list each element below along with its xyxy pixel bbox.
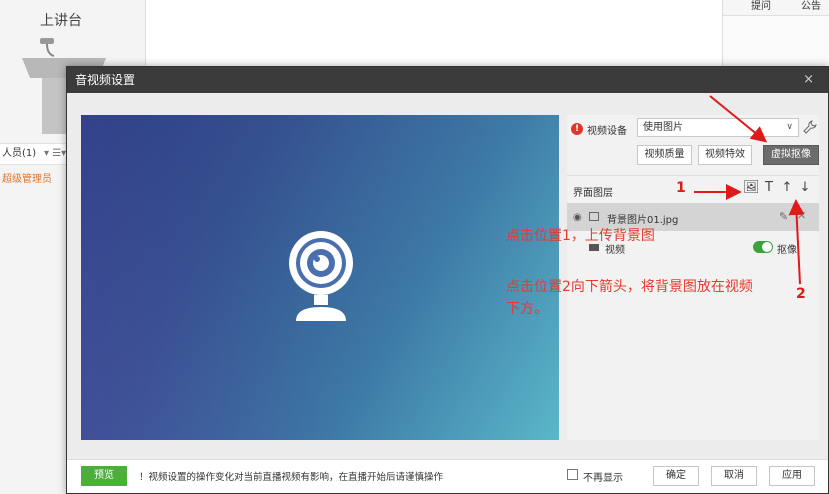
- image-icon: [589, 212, 599, 221]
- apply-button[interactable]: 应用: [769, 466, 815, 486]
- annotation-note-1: 点击位置1，上传背景图: [506, 228, 655, 244]
- cancel-button[interactable]: 取消: [711, 466, 757, 486]
- people-menu-icon[interactable]: ▾ ☰▾: [44, 144, 66, 164]
- annotation-number-1: 1: [676, 180, 686, 196]
- warning-note: ！视频设置的操作变化对当前直播视频有影响，在直播开始后请谨慎操作: [139, 472, 444, 483]
- tab-announcement[interactable]: 公告: [801, 0, 821, 14]
- right-tabs: 提问 公告: [723, 0, 829, 16]
- video-quality-button[interactable]: 视频质量: [637, 145, 692, 165]
- add-text-icon[interactable]: T: [761, 180, 777, 195]
- layer-name: 背景图片01.jpg: [607, 215, 679, 226]
- dont-show-checkbox[interactable]: [567, 469, 578, 480]
- delete-icon[interactable]: ✕: [797, 209, 806, 222]
- edit-icon[interactable]: ✎: [779, 210, 788, 223]
- chevron-down-icon: ∨: [786, 122, 793, 132]
- annotation-note-2: 点击位置2向下箭头，将背景图放在视频下方。: [506, 279, 753, 317]
- people-count[interactable]: 人员(1): [2, 144, 36, 164]
- stage-title: 上讲台: [40, 13, 82, 29]
- webcam-icon: [289, 231, 353, 321]
- dialog-titlebar: 音视频设置 ×: [67, 67, 828, 93]
- video-effects-button[interactable]: 视频特效: [698, 145, 752, 165]
- video-preview: [81, 115, 559, 440]
- layers-label: 界面图层: [573, 188, 613, 199]
- add-image-icon[interactable]: 🖼: [743, 180, 760, 195]
- video-device-label: 视频设备: [587, 126, 627, 137]
- toggle-knob: [762, 242, 772, 252]
- close-icon[interactable]: ×: [803, 67, 814, 93]
- warning-icon: !: [571, 123, 583, 135]
- admin-user[interactable]: 超级管理员: [2, 170, 52, 185]
- move-down-icon[interactable]: ↓: [797, 180, 813, 195]
- matting-label: 抠像: [777, 245, 797, 256]
- dialog-footer: 预览 ！视频设置的操作变化对当前直播视频有影响，在直播开始后请谨慎操作 不再显示…: [67, 459, 828, 493]
- wrench-icon[interactable]: [803, 120, 817, 134]
- eye-icon[interactable]: ◉: [573, 212, 582, 223]
- matting-toggle[interactable]: [753, 241, 773, 253]
- preview-button[interactable]: 预览: [81, 466, 127, 486]
- ok-button[interactable]: 确定: [653, 466, 699, 486]
- move-up-icon[interactable]: ↑: [779, 180, 795, 195]
- video-device-select[interactable]: 使用图片 ∨: [637, 118, 799, 137]
- layers-header: 界面图层 🖼 T ↑ ↓: [567, 175, 819, 201]
- dialog-title: 音视频设置: [75, 73, 136, 87]
- video-device-value: 使用图片: [643, 122, 683, 133]
- dont-show-label: 不再显示: [583, 473, 623, 484]
- virtual-matting-button[interactable]: 虚拟抠像: [763, 145, 819, 165]
- annotation-number-2: 2: [796, 286, 806, 302]
- tab-questions[interactable]: 提问: [751, 0, 771, 14]
